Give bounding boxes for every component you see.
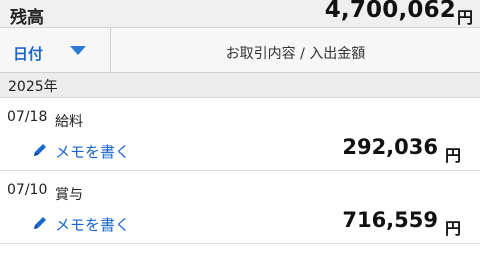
balance-label: 残高: [10, 8, 44, 28]
balance-unit: 円: [456, 8, 473, 27]
list-header: 日付 お取引内容 / 入出金額: [0, 28, 480, 73]
triangle-down-icon: [70, 46, 86, 55]
transaction-description: 給料: [55, 114, 83, 130]
year-section-header: 2025年: [0, 73, 480, 98]
transaction-amount: 716,559: [342, 208, 438, 232]
sort-label: 日付: [13, 45, 44, 63]
pencil-icon: [34, 217, 46, 229]
transaction-row[interactable]: 07/10 賞与 メモを書く 716,559 円: [0, 171, 480, 244]
sort-by-date-button[interactable]: 日付: [0, 28, 111, 72]
transaction-amount-unit: 円: [444, 219, 461, 238]
transaction-row[interactable]: 07/18 給料 メモを書く 292,036 円: [0, 98, 480, 171]
year-label: 2025年: [8, 79, 58, 95]
column-title: お取引内容 / 入出金額: [225, 46, 366, 62]
transaction-amount: 292,036: [342, 135, 438, 159]
balance-bar: 残高 4,700,062 円: [0, 0, 480, 28]
write-memo-label: メモを書く: [55, 216, 131, 234]
transaction-description: 賞与: [55, 187, 83, 203]
balance-amount: 4,700,062: [324, 0, 456, 23]
transaction-amount-unit: 円: [444, 146, 461, 165]
write-memo-label: メモを書く: [55, 143, 131, 161]
pencil-icon: [34, 144, 46, 156]
transaction-date: 07/18: [7, 109, 48, 125]
transaction-date: 07/10: [7, 182, 48, 198]
